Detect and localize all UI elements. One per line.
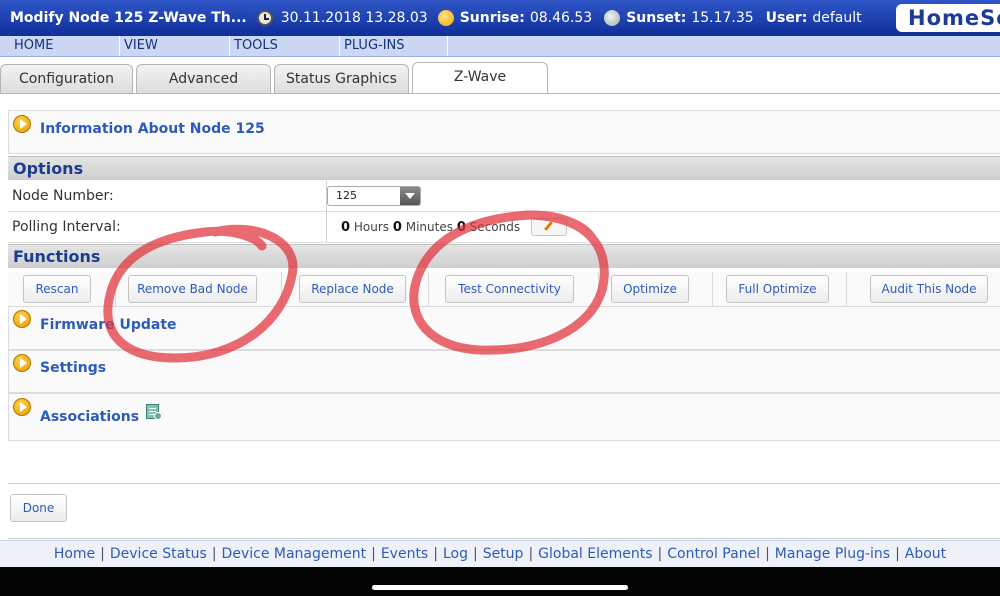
functions-header: Functions — [8, 244, 1000, 268]
node-number-value: 125 — [336, 189, 357, 202]
rescan-button[interactable]: Rescan — [23, 275, 91, 303]
menu-tools[interactable]: TOOLS — [230, 36, 340, 56]
tab-bar: Configuration Advanced Status Graphics Z… — [0, 62, 1000, 94]
divider — [712, 272, 713, 306]
divider — [428, 272, 429, 306]
divider — [115, 272, 116, 306]
footer-link-device-status[interactable]: Device Status — [110, 546, 207, 562]
polling-interval-label: Polling Interval: — [12, 219, 121, 235]
polling-interval-row: Polling Interval: 0 Hours 0 Minutes 0 Se… — [8, 212, 1000, 243]
menu-view[interactable]: VIEW — [120, 36, 230, 56]
menu-bar: HOME VIEW TOOLS PLUG-INS — [0, 36, 1000, 57]
polling-interval-value: 0 Hours 0 Minutes 0 Seconds — [341, 212, 520, 243]
menu-plug-ins[interactable]: PLUG-INS — [340, 36, 448, 56]
done-button[interactable]: Done — [10, 494, 67, 522]
sunrise-label: Sunrise: — [459, 10, 525, 26]
footer-link-about[interactable]: About — [905, 546, 946, 562]
home-indicator — [372, 585, 628, 590]
test-connectivity-button[interactable]: Test Connectivity — [445, 275, 574, 303]
settings-link[interactable]: Settings — [40, 360, 106, 376]
firmware-update-link[interactable]: Firmware Update — [40, 317, 177, 333]
tab-status-graphics[interactable]: Status Graphics — [274, 64, 409, 93]
replace-node-button[interactable]: Replace Node — [299, 275, 406, 303]
footer-link-manage-plug-ins[interactable]: Manage Plug-ins — [775, 546, 890, 562]
info-node-link[interactable]: Information About Node 125 — [40, 121, 265, 137]
seconds-label: Seconds — [469, 220, 521, 234]
user-value: default — [812, 10, 862, 26]
sunrise-value: 08.46.53 — [529, 10, 593, 26]
divider — [846, 272, 847, 306]
options-header: Options — [8, 156, 1000, 180]
audit-this-node-button[interactable]: Audit This Node — [870, 275, 988, 303]
node-number-row: Node Number: — [8, 181, 1000, 212]
sun-icon — [437, 10, 454, 26]
footer-link-control-panel[interactable]: Control Panel — [667, 546, 760, 562]
footer-link-events[interactable]: Events — [381, 546, 428, 562]
minutes-value: 0 — [392, 220, 402, 235]
divider — [8, 483, 1000, 484]
footer-nav: Home | Device Status | Device Management | Eve… — [0, 540, 1000, 567]
full-optimize-button[interactable]: Full Optimize — [726, 275, 829, 303]
hours-value: 0 — [341, 220, 351, 235]
sunset-label: Sunset: — [626, 10, 687, 26]
tab-advanced[interactable]: Advanced — [136, 64, 271, 93]
associations-edit-icon[interactable] — [146, 404, 162, 420]
expand-icon[interactable] — [13, 115, 31, 133]
user-label: User: — [765, 10, 808, 26]
minutes-label: Minutes — [405, 220, 453, 234]
clock-icon — [256, 10, 273, 26]
node-number-select[interactable]: 125 — [327, 186, 421, 206]
moon-icon — [604, 10, 621, 26]
divider — [598, 272, 599, 306]
footer-link-global-elements[interactable]: Global Elements — [538, 546, 652, 562]
expand-icon[interactable] — [13, 310, 31, 328]
hours-label: Hours — [353, 220, 390, 234]
pencil-icon — [544, 221, 553, 231]
seconds-value: 0 — [456, 220, 466, 235]
footer-link-device-management[interactable]: Device Management — [222, 546, 367, 562]
divider — [281, 272, 282, 306]
device-bezel — [0, 567, 1000, 596]
menu-home[interactable]: HOME — [10, 36, 120, 56]
expand-icon[interactable] — [13, 398, 31, 416]
tab-z-wave[interactable]: Z-Wave — [412, 62, 548, 93]
footer-link-home[interactable]: Home — [54, 546, 95, 562]
edit-polling-button[interactable] — [531, 218, 567, 236]
chevron-down-icon — [400, 187, 420, 205]
expand-icon[interactable] — [13, 354, 31, 372]
page-title: Modify Node 125 Z-Wave Th... — [10, 10, 247, 26]
sunset-value: 15.17.35 — [691, 10, 754, 26]
title-bar: Modify Node 125 Z-Wave Th... 30.11.2018 … — [0, 0, 1000, 36]
footer-link-setup[interactable]: Setup — [483, 546, 524, 562]
settings-panel — [8, 350, 1000, 393]
node-number-label: Node Number: — [12, 188, 114, 204]
remove-bad-node-button[interactable]: Remove Bad Node — [128, 275, 257, 303]
footer-link-log[interactable]: Log — [443, 546, 468, 562]
tab-configuration[interactable]: Configuration — [0, 64, 133, 93]
homeseer-logo: HomeSe — [896, 4, 1000, 32]
functions-row: Rescan Remove Bad Node Replace Node Test… — [8, 272, 1000, 307]
current-datetime: 30.11.2018 13.28.03 — [280, 10, 428, 26]
cell-divider — [326, 212, 327, 242]
divider — [8, 538, 1000, 539]
optimize-button[interactable]: Optimize — [611, 275, 689, 303]
associations-link[interactable]: Associations — [40, 409, 139, 425]
